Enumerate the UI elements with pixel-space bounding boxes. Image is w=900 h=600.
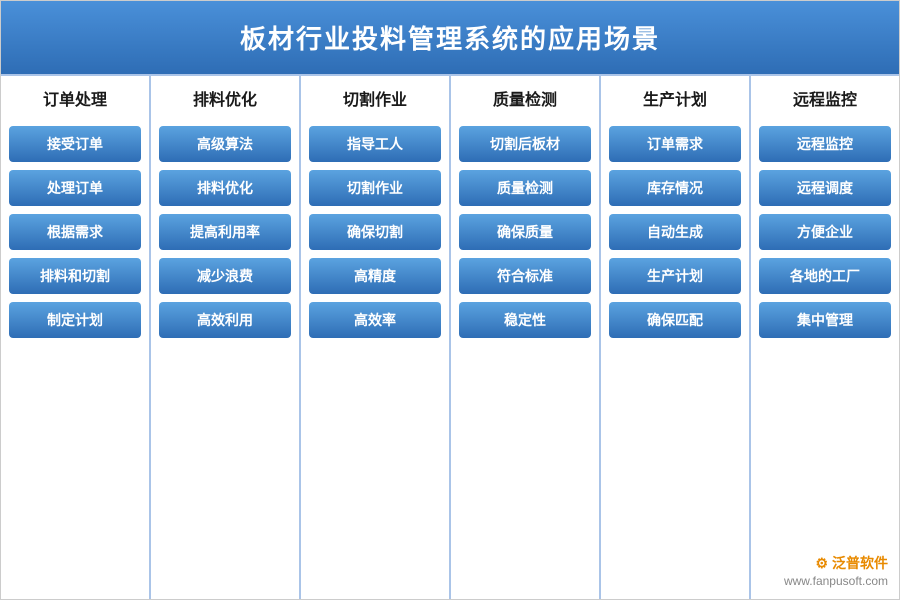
item-btn-production-plan-1[interactable]: 库存情况 bbox=[609, 170, 741, 206]
column-items-quality-inspection: 切割后板材质量检测确保质量符合标准稳定性 bbox=[459, 126, 591, 338]
column-items-cutting-operation: 指导工人切割作业确保切割高精度高效率 bbox=[309, 126, 441, 338]
item-btn-production-plan-3[interactable]: 生产计划 bbox=[609, 258, 741, 294]
column-title-cutting-operation: 切割作业 bbox=[343, 86, 407, 114]
item-btn-cutting-operation-0[interactable]: 指导工人 bbox=[309, 126, 441, 162]
item-btn-cutting-operation-4[interactable]: 高效率 bbox=[309, 302, 441, 338]
item-btn-cutting-operation-2[interactable]: 确保切割 bbox=[309, 214, 441, 250]
column-title-production-plan: 生产计划 bbox=[643, 86, 707, 114]
column-title-quality-inspection: 质量检测 bbox=[493, 86, 557, 114]
item-btn-remote-monitoring-0[interactable]: 远程监控 bbox=[759, 126, 891, 162]
column-items-production-plan: 订单需求库存情况自动生成生产计划确保匹配 bbox=[609, 126, 741, 338]
page-title: 板材行业投料管理系统的应用场景 bbox=[240, 24, 660, 54]
column-quality-inspection: 质量检测切割后板材质量检测确保质量符合标准稳定性 bbox=[451, 76, 601, 599]
item-btn-quality-inspection-3[interactable]: 符合标准 bbox=[459, 258, 591, 294]
item-btn-remote-monitoring-3[interactable]: 各地的工厂 bbox=[759, 258, 891, 294]
item-btn-production-plan-0[interactable]: 订单需求 bbox=[609, 126, 741, 162]
column-items-order-processing: 接受订单处理订单根据需求排料和切割制定计划 bbox=[9, 126, 141, 338]
column-production-plan: 生产计划订单需求库存情况自动生成生产计划确保匹配 bbox=[601, 76, 751, 599]
column-items-material-optimization: 高级算法排料优化提高利用率减少浪费高效利用 bbox=[159, 126, 291, 338]
item-btn-order-processing-1[interactable]: 处理订单 bbox=[9, 170, 141, 206]
app-container: 板材行业投料管理系统的应用场景 订单处理接受订单处理订单根据需求排料和切割制定计… bbox=[0, 0, 900, 600]
item-btn-quality-inspection-1[interactable]: 质量检测 bbox=[459, 170, 591, 206]
main-content: 订单处理接受订单处理订单根据需求排料和切割制定计划排料优化高级算法排料优化提高利… bbox=[1, 74, 899, 599]
column-order-processing: 订单处理接受订单处理订单根据需求排料和切割制定计划 bbox=[1, 76, 151, 599]
item-btn-material-optimization-2[interactable]: 提高利用率 bbox=[159, 214, 291, 250]
item-btn-material-optimization-4[interactable]: 高效利用 bbox=[159, 302, 291, 338]
watermark: ⚙ 泛普软件 www.fanpusoft.com bbox=[784, 554, 888, 590]
column-cutting-operation: 切割作业指导工人切割作业确保切割高精度高效率 bbox=[301, 76, 451, 599]
item-btn-order-processing-0[interactable]: 接受订单 bbox=[9, 126, 141, 162]
page-header: 板材行业投料管理系统的应用场景 bbox=[1, 1, 899, 74]
item-btn-order-processing-4[interactable]: 制定计划 bbox=[9, 302, 141, 338]
column-remote-monitoring: 远程监控远程监控远程调度方便企业各地的工厂集中管理 bbox=[751, 76, 899, 599]
item-btn-production-plan-4[interactable]: 确保匹配 bbox=[609, 302, 741, 338]
column-title-material-optimization: 排料优化 bbox=[193, 86, 257, 114]
item-btn-quality-inspection-2[interactable]: 确保质量 bbox=[459, 214, 591, 250]
item-btn-material-optimization-0[interactable]: 高级算法 bbox=[159, 126, 291, 162]
column-title-remote-monitoring: 远程监控 bbox=[793, 86, 857, 114]
item-btn-order-processing-2[interactable]: 根据需求 bbox=[9, 214, 141, 250]
watermark-url: www.fanpusoft.com bbox=[784, 574, 888, 588]
column-items-remote-monitoring: 远程监控远程调度方便企业各地的工厂集中管理 bbox=[759, 126, 891, 338]
item-btn-material-optimization-1[interactable]: 排料优化 bbox=[159, 170, 291, 206]
item-btn-material-optimization-3[interactable]: 减少浪费 bbox=[159, 258, 291, 294]
item-btn-cutting-operation-3[interactable]: 高精度 bbox=[309, 258, 441, 294]
column-title-order-processing: 订单处理 bbox=[43, 86, 107, 114]
item-btn-order-processing-3[interactable]: 排料和切割 bbox=[9, 258, 141, 294]
column-material-optimization: 排料优化高级算法排料优化提高利用率减少浪费高效利用 bbox=[151, 76, 301, 599]
item-btn-remote-monitoring-4[interactable]: 集中管理 bbox=[759, 302, 891, 338]
item-btn-quality-inspection-4[interactable]: 稳定性 bbox=[459, 302, 591, 338]
watermark-logo: ⚙ 泛普软件 bbox=[816, 555, 888, 571]
item-btn-cutting-operation-1[interactable]: 切割作业 bbox=[309, 170, 441, 206]
item-btn-remote-monitoring-2[interactable]: 方便企业 bbox=[759, 214, 891, 250]
item-btn-quality-inspection-0[interactable]: 切割后板材 bbox=[459, 126, 591, 162]
item-btn-production-plan-2[interactable]: 自动生成 bbox=[609, 214, 741, 250]
item-btn-remote-monitoring-1[interactable]: 远程调度 bbox=[759, 170, 891, 206]
